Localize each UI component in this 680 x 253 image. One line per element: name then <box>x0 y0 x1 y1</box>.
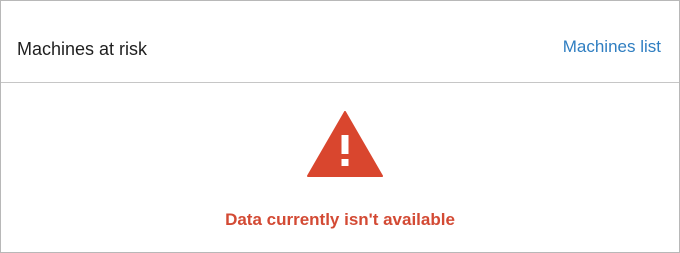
card-body: Data currently isn't available <box>1 83 679 252</box>
status-message: Data currently isn't available <box>225 210 455 229</box>
card-title: Machines at risk <box>17 39 148 59</box>
machines-list-link[interactable]: Machines list <box>563 36 661 58</box>
machines-at-risk-card: Machines at risk Machines list Data curr… <box>0 0 680 253</box>
warning-triangle-icon <box>307 111 383 177</box>
card-header: Machines at risk Machines list <box>1 1 679 83</box>
